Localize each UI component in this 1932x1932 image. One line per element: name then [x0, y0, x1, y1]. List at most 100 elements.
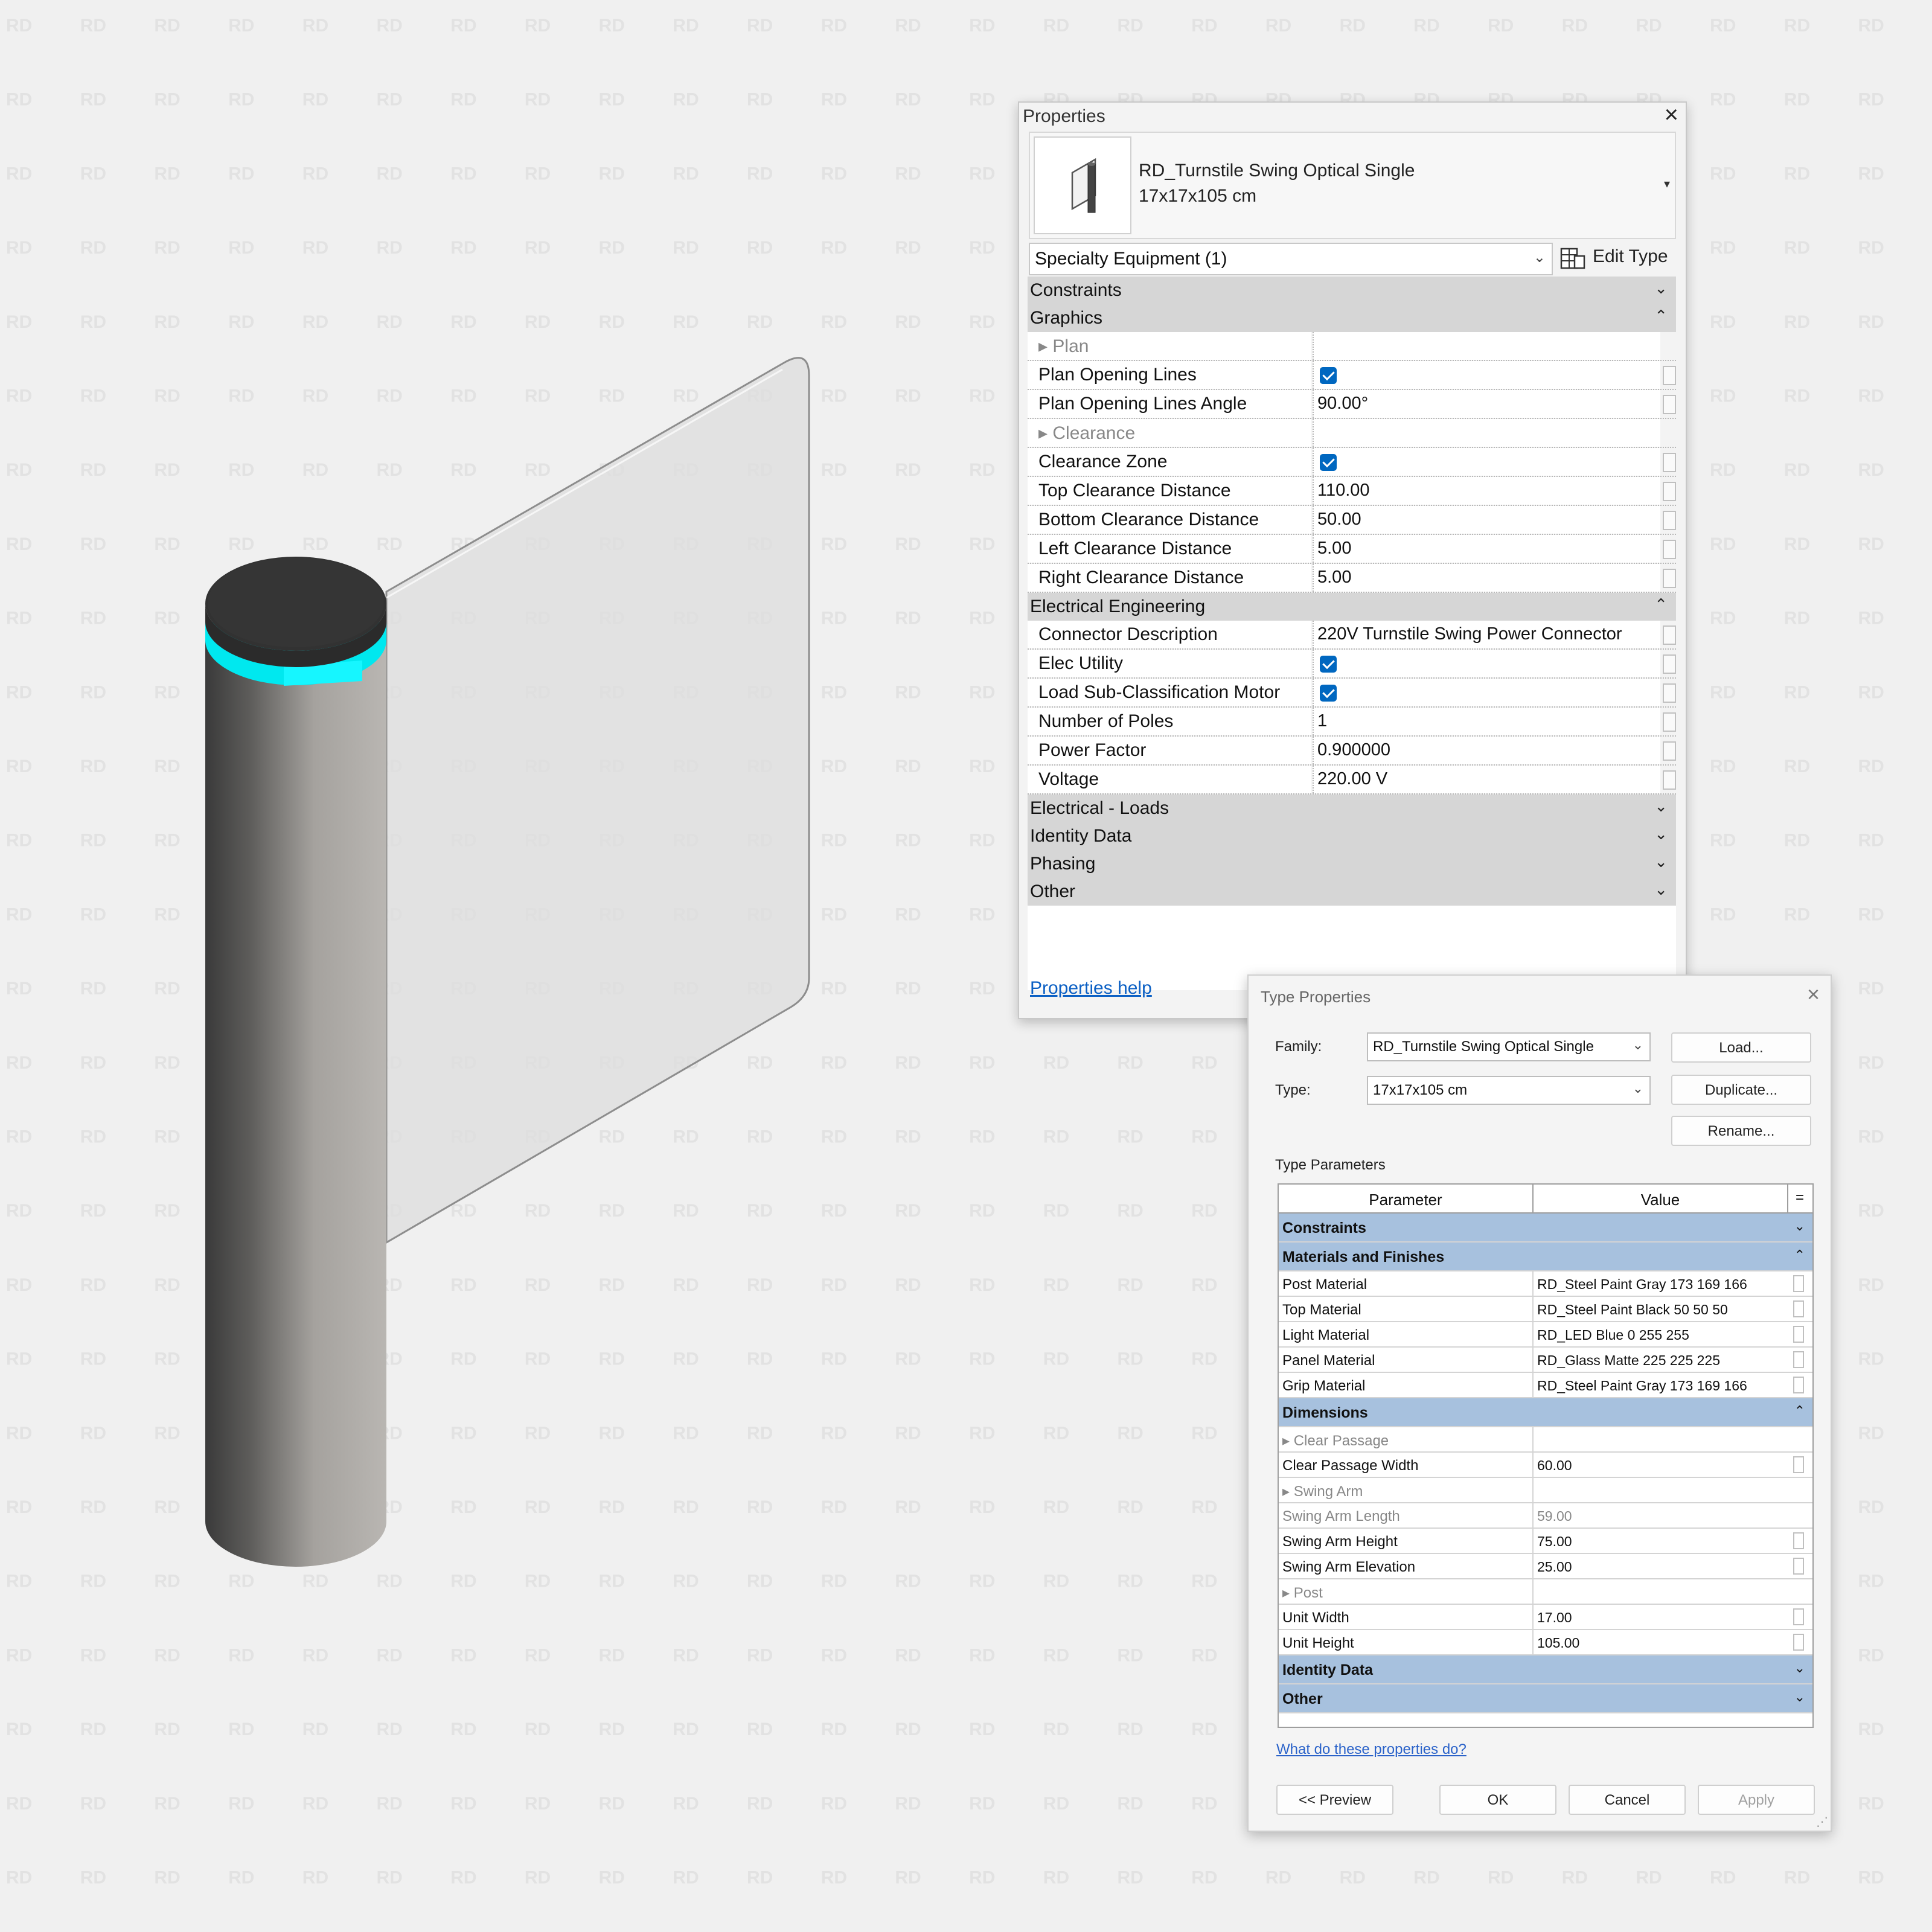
- param-value-field[interactable]: RD_LED Blue 0 255 255: [1534, 1322, 1787, 1346]
- group-identity-data[interactable]: Identity Data ⌄: [1028, 822, 1676, 850]
- param-value-field[interactable]: 0.900000: [1313, 737, 1660, 764]
- param-value-field[interactable]: 75.00: [1534, 1529, 1787, 1553]
- subgroup-clearance[interactable]: ▸ Clearance: [1028, 419, 1676, 448]
- param-value-field[interactable]: RD_Steel Paint Gray 173 169 166: [1534, 1271, 1787, 1296]
- resize-grip-icon[interactable]: ⋰: [1816, 1814, 1828, 1829]
- expand-icon[interactable]: ⌄: [1654, 825, 1668, 843]
- param-value-field[interactable]: 105.00: [1534, 1630, 1787, 1654]
- param-value-field[interactable]: 5.00: [1313, 564, 1660, 592]
- load-sub-classification-checkbox[interactable]: [1320, 685, 1337, 702]
- param-value-field[interactable]: 50.00: [1313, 506, 1660, 534]
- close-icon[interactable]: ×: [1665, 103, 1678, 127]
- param-value-field[interactable]: 17.00: [1534, 1605, 1787, 1629]
- expand-icon[interactable]: ⌄: [1794, 1660, 1805, 1676]
- subgroup-post[interactable]: ▸ Post: [1279, 1579, 1812, 1605]
- load-button[interactable]: Load...: [1671, 1032, 1811, 1063]
- group-other[interactable]: Other ⌄: [1279, 1684, 1812, 1713]
- param-value-field[interactable]: 5.00: [1313, 535, 1660, 563]
- column-header-parameter[interactable]: Parameter: [1279, 1185, 1534, 1212]
- plan-opening-lines-checkbox[interactable]: [1320, 367, 1337, 384]
- associate-parameter-button[interactable]: [1663, 453, 1676, 472]
- group-other[interactable]: Other ⌄: [1028, 878, 1676, 906]
- associate-parameter-button[interactable]: [1663, 482, 1676, 501]
- close-icon[interactable]: ×: [1807, 982, 1820, 1007]
- collapse-icon[interactable]: ⌃: [1794, 1247, 1805, 1263]
- collapse-icon[interactable]: ⌃: [1654, 307, 1668, 325]
- preview-button[interactable]: << Preview: [1276, 1785, 1393, 1815]
- group-dimensions[interactable]: Dimensions ⌃: [1279, 1398, 1812, 1427]
- associate-parameter-button[interactable]: [1663, 366, 1676, 385]
- expand-icon[interactable]: ⌄: [1654, 797, 1668, 816]
- param-row-top-clearance: Top Clearance Distance 110.00: [1028, 477, 1676, 506]
- clearance-zone-checkbox[interactable]: [1320, 454, 1337, 471]
- properties-help-link[interactable]: Properties help: [1030, 978, 1152, 999]
- associate-parameter-button[interactable]: [1663, 654, 1676, 674]
- associate-parameter-button[interactable]: [1793, 1456, 1804, 1473]
- associate-parameter-button[interactable]: [1663, 395, 1676, 414]
- param-value-field[interactable]: RD_Steel Paint Gray 173 169 166: [1534, 1373, 1787, 1397]
- associate-parameter-button[interactable]: [1663, 712, 1676, 732]
- type-select[interactable]: 17x17x105 cm ⌄: [1367, 1076, 1651, 1105]
- subgroup-swing-arm[interactable]: ▸ Swing Arm: [1279, 1478, 1812, 1503]
- group-constraints[interactable]: Constraints ⌄: [1279, 1214, 1812, 1243]
- group-graphics[interactable]: Graphics ⌃: [1028, 304, 1676, 332]
- associate-parameter-button[interactable]: [1793, 1634, 1804, 1651]
- edit-type-button[interactable]: Edit Type: [1560, 243, 1675, 273]
- column-header-value[interactable]: Value: [1534, 1185, 1788, 1212]
- associate-parameter-button[interactable]: [1793, 1275, 1804, 1292]
- param-value-field[interactable]: 110.00: [1313, 477, 1660, 505]
- subgroup-clear-passage[interactable]: ▸ Clear Passage: [1279, 1427, 1812, 1453]
- associate-parameter-button[interactable]: [1663, 540, 1676, 559]
- column-header-formula[interactable]: =: [1788, 1185, 1812, 1212]
- group-electrical-engineering[interactable]: Electrical Engineering ⌃: [1028, 593, 1676, 621]
- group-materials-and-finishes[interactable]: Materials and Finishes ⌃: [1279, 1243, 1812, 1271]
- cancel-button[interactable]: Cancel: [1569, 1785, 1686, 1815]
- associate-parameter-button[interactable]: [1663, 683, 1676, 703]
- associate-parameter-button[interactable]: [1793, 1351, 1804, 1368]
- param-value-field[interactable]: 90.00°: [1313, 390, 1660, 418]
- expand-icon[interactable]: ⌄: [1654, 279, 1668, 298]
- param-value-field[interactable]: 1: [1313, 708, 1660, 735]
- ok-button[interactable]: OK: [1439, 1785, 1556, 1815]
- associate-parameter-button[interactable]: [1663, 741, 1676, 761]
- expand-icon[interactable]: ⌄: [1794, 1218, 1805, 1234]
- associate-parameter-button[interactable]: [1793, 1558, 1804, 1575]
- type-selector[interactable]: RD_Turnstile Swing Optical Single 17x17x…: [1029, 132, 1676, 239]
- table-header: Parameter Value =: [1279, 1185, 1812, 1214]
- associate-parameter-button[interactable]: [1663, 511, 1676, 530]
- associate-parameter-button[interactable]: [1793, 1326, 1804, 1343]
- group-identity-data[interactable]: Identity Data ⌄: [1279, 1655, 1812, 1684]
- family-select[interactable]: RD_Turnstile Swing Optical Single ⌄: [1367, 1032, 1651, 1061]
- associate-parameter-button[interactable]: [1793, 1532, 1804, 1549]
- associate-parameter-button[interactable]: [1663, 569, 1676, 588]
- param-value-field[interactable]: RD_Glass Matte 225 225 225: [1534, 1348, 1787, 1372]
- param-value-field[interactable]: 60.00: [1534, 1453, 1787, 1477]
- group-electrical-loads[interactable]: Electrical - Loads ⌄: [1028, 795, 1676, 822]
- properties-titlebar[interactable]: Properties ×: [1019, 103, 1686, 129]
- rename-button[interactable]: Rename...: [1671, 1116, 1811, 1146]
- expand-icon[interactable]: ⌄: [1794, 1689, 1805, 1705]
- elec-utility-checkbox[interactable]: [1320, 656, 1337, 673]
- group-constraints[interactable]: Constraints ⌄: [1028, 277, 1676, 304]
- param-value-field[interactable]: 25.00: [1534, 1554, 1787, 1578]
- expand-icon[interactable]: ⌄: [1654, 880, 1668, 899]
- duplicate-button[interactable]: Duplicate...: [1671, 1075, 1811, 1105]
- associate-parameter-button[interactable]: [1793, 1377, 1804, 1393]
- collapse-icon[interactable]: ⌃: [1654, 595, 1668, 614]
- param-value-field[interactable]: 220V Turnstile Swing Power Connector: [1313, 621, 1660, 648]
- collapse-icon[interactable]: ⌃: [1794, 1403, 1805, 1419]
- dropdown-caret-icon[interactable]: ▾: [1664, 176, 1670, 191]
- group-phasing[interactable]: Phasing ⌄: [1028, 850, 1676, 878]
- associate-parameter-button[interactable]: [1663, 770, 1676, 790]
- param-value-field[interactable]: 220.00 V: [1313, 766, 1660, 793]
- param-name: Connector Description: [1038, 624, 1218, 644]
- expand-icon[interactable]: ⌄: [1654, 852, 1668, 871]
- associate-parameter-button[interactable]: [1663, 625, 1676, 645]
- category-filter-select[interactable]: Specialty Equipment (1) ⌄: [1029, 243, 1553, 275]
- subgroup-plan[interactable]: ▸ Plan: [1028, 332, 1676, 361]
- associate-parameter-button[interactable]: [1793, 1300, 1804, 1317]
- associate-parameter-button[interactable]: [1793, 1608, 1804, 1625]
- param-value-field[interactable]: RD_Steel Paint Black 50 50 50: [1534, 1297, 1787, 1321]
- properties-help-link[interactable]: What do these properties do?: [1276, 1741, 1467, 1758]
- apply-button[interactable]: Apply: [1698, 1785, 1815, 1815]
